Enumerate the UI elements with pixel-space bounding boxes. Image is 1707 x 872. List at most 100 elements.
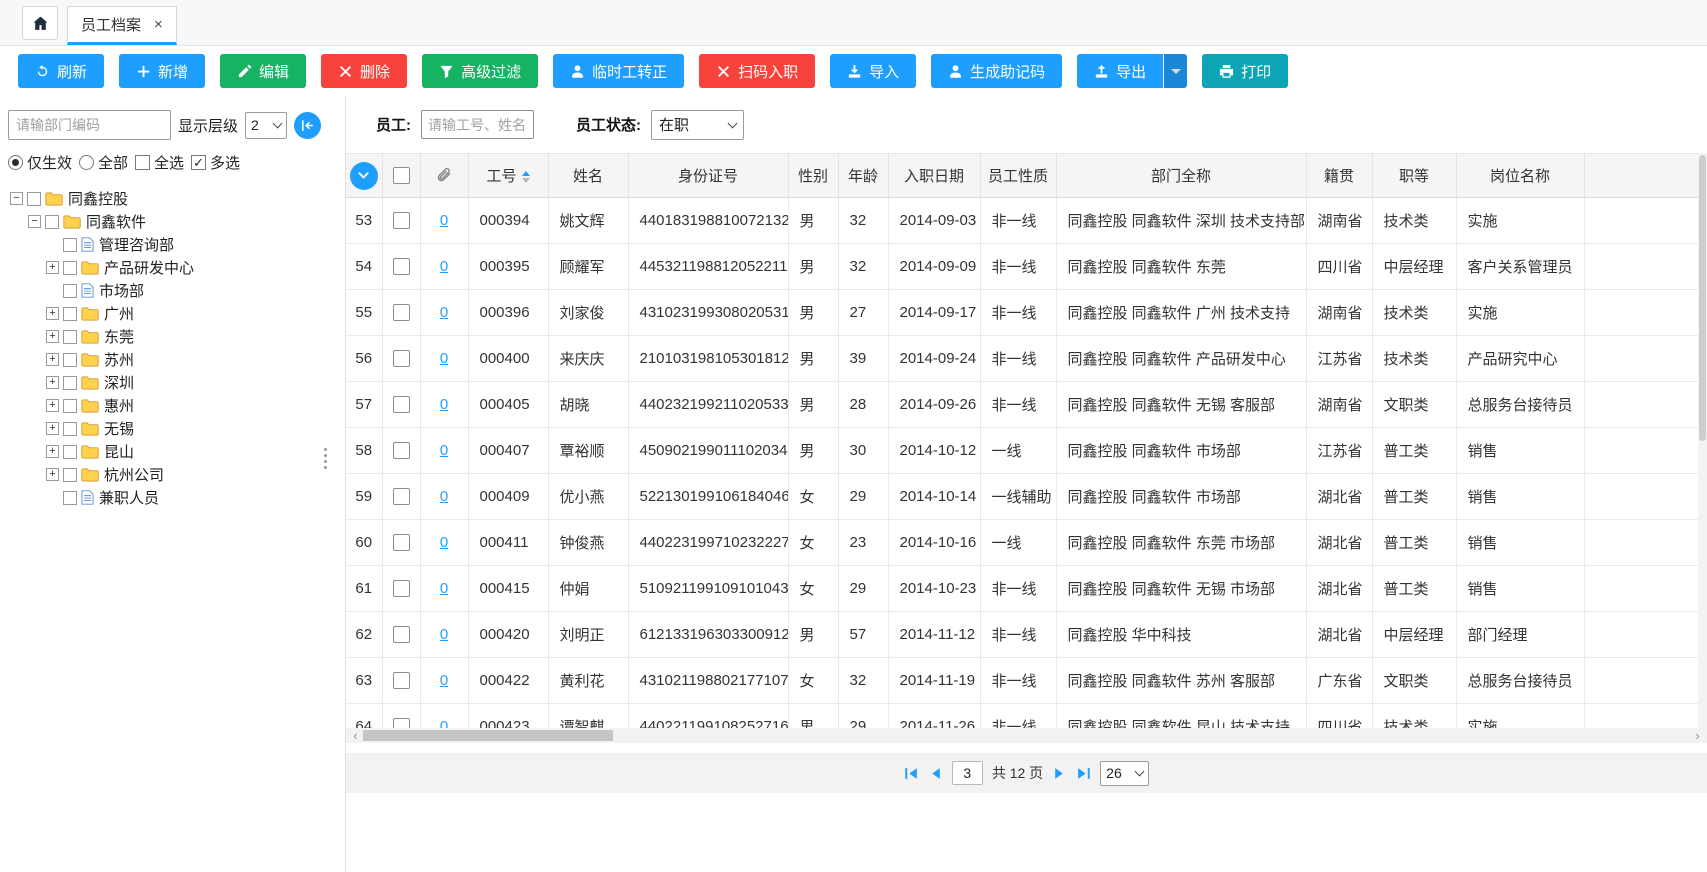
row-checkbox[interactable]	[393, 488, 410, 505]
attachment-count-link[interactable]: 0	[440, 580, 448, 597]
tree-node[interactable]: +深圳	[8, 371, 337, 394]
column-header-8[interactable]: 籍贯	[1306, 154, 1372, 198]
collapse-toggle-icon[interactable]: −	[28, 215, 41, 228]
tree-node[interactable]: 市场部	[8, 279, 337, 302]
active-only-radio[interactable]: 仅生效	[8, 152, 72, 173]
tree-node[interactable]: 管理咨询部	[8, 233, 337, 256]
attachment-count-link[interactable]: 0	[440, 212, 448, 229]
splitter-handle[interactable]	[324, 448, 327, 469]
first-page-button[interactable]	[904, 767, 919, 780]
table-row[interactable]: 530000394姚文辉440183198810072132男322014-09…	[346, 198, 1707, 244]
attachment-count-link[interactable]: 0	[440, 488, 448, 505]
next-page-button[interactable]	[1052, 767, 1067, 780]
row-checkbox[interactable]	[393, 304, 410, 321]
row-checkbox[interactable]	[393, 396, 410, 413]
print-button[interactable]: 打印	[1202, 54, 1288, 88]
refresh-button[interactable]: 刷新	[18, 54, 104, 88]
select-all-checkbox[interactable]: 全选	[135, 152, 184, 173]
employee-status-select[interactable]: 在职	[651, 110, 744, 140]
table-row[interactable]: 560000400来庆庆210103198105301812男392014-09…	[346, 336, 1707, 382]
tree-node-checkbox[interactable]	[63, 399, 77, 413]
import-button[interactable]: 导入	[830, 54, 916, 88]
row-checkbox[interactable]	[393, 718, 410, 728]
table-row[interactable]: 610000415仲娟510921199109101043女292014-10-…	[346, 566, 1707, 612]
row-checkbox[interactable]	[393, 534, 410, 551]
table-row[interactable]: 580000407覃裕顺450902199011102034男302014-10…	[346, 428, 1707, 474]
tree-node[interactable]: −同鑫软件	[8, 210, 337, 233]
column-header-6[interactable]: 员工性质	[980, 154, 1056, 198]
page-number-input[interactable]	[952, 761, 983, 785]
scroll-left-icon[interactable]: ‹	[348, 728, 363, 743]
row-checkbox[interactable]	[393, 442, 410, 459]
tree-node-checkbox[interactable]	[63, 376, 77, 390]
row-checkbox[interactable]	[393, 350, 410, 367]
expand-toggle-icon[interactable]: +	[46, 399, 59, 412]
tree-node-checkbox[interactable]	[27, 192, 41, 206]
column-header-3[interactable]: 性别	[788, 154, 838, 198]
vertical-scrollbar-thumb[interactable]	[1699, 155, 1706, 441]
attachment-count-link[interactable]: 0	[440, 396, 448, 413]
row-checkbox[interactable]	[393, 626, 410, 643]
sort-icon[interactable]	[522, 171, 530, 183]
tree-node[interactable]: −同鑫控股	[8, 187, 337, 210]
expand-toggle-icon[interactable]: +	[46, 376, 59, 389]
tree-node-checkbox[interactable]	[63, 307, 77, 321]
close-icon[interactable]: ×	[154, 16, 163, 33]
tree-node-checkbox[interactable]	[63, 445, 77, 459]
attachment-count-link[interactable]: 0	[440, 626, 448, 643]
expand-toggle-icon[interactable]: +	[46, 468, 59, 481]
tree-node[interactable]: +广州	[8, 302, 337, 325]
collapse-sidebar-button[interactable]	[294, 112, 321, 139]
collapse-toggle-icon[interactable]: −	[10, 192, 23, 205]
row-checkbox[interactable]	[393, 580, 410, 597]
attachment-count-link[interactable]: 0	[440, 672, 448, 689]
horizontal-scrollbar[interactable]: ‹ ›	[346, 728, 1707, 743]
table-row[interactable]: 550000396刘家俊431023199308020531男272014-09…	[346, 290, 1707, 336]
tree-node-checkbox[interactable]	[45, 215, 59, 229]
export-button-dropdown[interactable]	[1164, 54, 1187, 88]
tree-node-checkbox[interactable]	[63, 284, 77, 298]
tab-employee-archive[interactable]: 员工档案 ×	[67, 6, 177, 45]
edit-button[interactable]: 编辑	[220, 54, 306, 88]
table-row[interactable]: 620000420刘明正612133196303300912男572014-11…	[346, 612, 1707, 658]
vertical-scrollbar[interactable]	[1698, 153, 1707, 728]
delete-button[interactable]: 删除	[321, 54, 407, 88]
horizontal-scrollbar-thumb[interactable]	[363, 730, 613, 741]
expand-toggle-icon[interactable]: +	[46, 261, 59, 274]
tree-node-checkbox[interactable]	[63, 468, 77, 482]
column-header-0[interactable]: 工号	[468, 154, 548, 198]
tree-node[interactable]: +苏州	[8, 348, 337, 371]
tree-node-checkbox[interactable]	[63, 422, 77, 436]
expand-toggle-icon[interactable]: +	[46, 445, 59, 458]
advanced-filter-button[interactable]: 高级过滤	[422, 54, 538, 88]
employee-search-input[interactable]	[421, 110, 534, 139]
row-checkbox[interactable]	[393, 672, 410, 689]
add-button[interactable]: 新增	[119, 54, 205, 88]
attachment-count-link[interactable]: 0	[440, 718, 448, 728]
column-header-7[interactable]: 部门全称	[1056, 154, 1306, 198]
expand-toggle-icon[interactable]: +	[46, 422, 59, 435]
table-row[interactable]: 590000409优小燕522130199106184046女292014-10…	[346, 474, 1707, 520]
table-row[interactable]: 640000423谭智麒440221199108252716男292014-11…	[346, 704, 1707, 729]
tree-node[interactable]: +惠州	[8, 394, 337, 417]
expand-toggle-icon[interactable]: +	[46, 330, 59, 343]
attachment-count-link[interactable]: 0	[440, 442, 448, 459]
attachment-count-link[interactable]: 0	[440, 534, 448, 551]
temp-to-regular-button[interactable]: 临时工转正	[553, 54, 684, 88]
collapse-rows-button[interactable]	[350, 162, 378, 190]
expand-toggle-icon[interactable]: +	[46, 307, 59, 320]
expand-toggle-icon[interactable]: +	[46, 353, 59, 366]
multi-select-checkbox[interactable]: 多选	[191, 152, 240, 173]
dept-code-input[interactable]	[8, 110, 171, 140]
table-row[interactable]: 600000411钟俊燕440223199710232227女232014-10…	[346, 520, 1707, 566]
tree-node[interactable]: +杭州公司	[8, 463, 337, 486]
column-header-4[interactable]: 年龄	[838, 154, 888, 198]
last-page-button[interactable]	[1076, 767, 1091, 780]
prev-page-button[interactable]	[928, 767, 943, 780]
tree-node-checkbox[interactable]	[63, 238, 77, 252]
attachment-count-link[interactable]: 0	[440, 304, 448, 321]
tree-node-checkbox[interactable]	[63, 330, 77, 344]
tree-node[interactable]: +昆山	[8, 440, 337, 463]
table-row[interactable]: 630000422黄利花431021198802177107女322014-11…	[346, 658, 1707, 704]
tree-node-checkbox[interactable]	[63, 353, 77, 367]
